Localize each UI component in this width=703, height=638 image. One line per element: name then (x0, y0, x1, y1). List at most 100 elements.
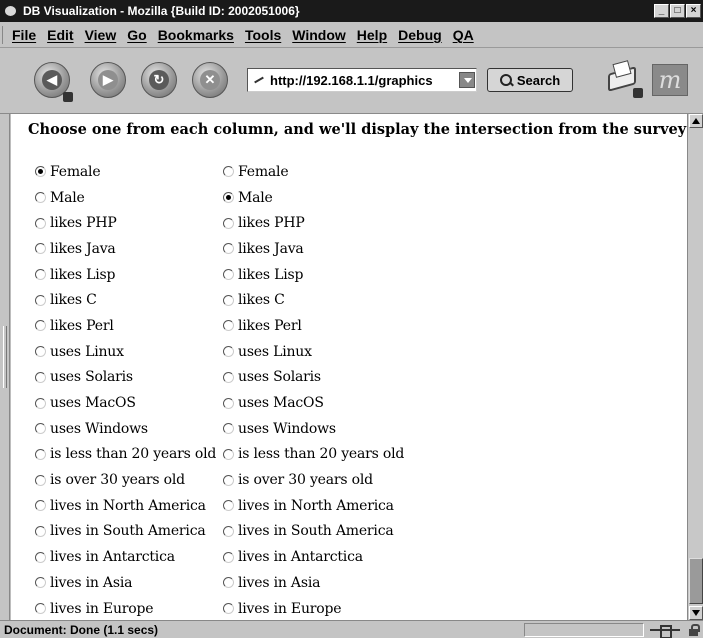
left-radio-button[interactable] (35, 423, 46, 435)
print-button[interactable] (606, 62, 636, 90)
left-option-row[interactable]: uses Linux (35, 339, 216, 365)
stop-button[interactable]: ✕ (192, 62, 228, 98)
left-option-row[interactable]: lives in North America (35, 493, 216, 519)
right-option-label[interactable]: lives in Europe (238, 601, 342, 617)
right-option-label[interactable]: uses Solaris (238, 369, 321, 385)
left-option-label[interactable]: lives in North America (50, 498, 206, 514)
left-radio-button[interactable] (35, 243, 46, 255)
left-radio-button[interactable] (35, 525, 46, 537)
right-option-row[interactable]: likes Lisp (223, 262, 404, 288)
right-option-label[interactable]: lives in Asia (238, 575, 320, 591)
left-option-row[interactable]: Female (35, 159, 216, 185)
print-dropdown[interactable] (633, 88, 643, 98)
right-radio-button[interactable] (223, 217, 234, 229)
left-option-row[interactable]: lives in Europe (35, 596, 216, 620)
right-radio-button[interactable] (223, 577, 234, 589)
right-radio-button[interactable] (223, 243, 234, 255)
right-option-label[interactable]: likes Lisp (238, 267, 303, 283)
url-history-dropdown[interactable] (459, 72, 475, 88)
right-radio-button[interactable] (223, 525, 234, 537)
right-option-row[interactable]: lives in Europe (223, 596, 404, 620)
menu-help[interactable]: Help (357, 27, 387, 43)
left-option-row[interactable]: lives in Asia (35, 570, 216, 596)
left-option-row[interactable]: likes PHP (35, 210, 216, 236)
right-radio-button[interactable] (223, 397, 234, 409)
right-option-label[interactable]: likes Java (238, 241, 304, 257)
url-bar[interactable]: http://192.168.1.1/graphics (247, 68, 477, 92)
left-option-label[interactable]: is less than 20 years old (50, 446, 216, 462)
right-option-row[interactable]: lives in Asia (223, 570, 404, 596)
security-lock-icon[interactable] (688, 623, 700, 636)
right-option-row[interactable]: lives in Antarctica (223, 544, 404, 570)
left-option-row[interactable]: uses MacOS (35, 390, 216, 416)
left-option-row[interactable]: lives in Antarctica (35, 544, 216, 570)
right-option-row[interactable]: likes PHP (223, 210, 404, 236)
right-radio-button[interactable] (223, 603, 234, 615)
left-option-label[interactable]: likes Java (50, 241, 116, 257)
left-radio-button[interactable] (35, 474, 46, 486)
right-radio-button[interactable] (223, 448, 234, 460)
left-option-label[interactable]: uses Windows (50, 421, 148, 437)
left-radio-button[interactable] (35, 448, 46, 460)
right-option-label[interactable]: uses Linux (238, 344, 312, 360)
left-option-row[interactable]: lives in South America (35, 519, 216, 545)
left-radio-button[interactable] (35, 192, 46, 204)
right-radio-button[interactable] (223, 294, 234, 306)
menu-view[interactable]: View (85, 27, 117, 43)
left-option-row[interactable]: is over 30 years old (35, 467, 216, 493)
scroll-thumb[interactable] (689, 558, 703, 604)
right-option-label[interactable]: is over 30 years old (238, 472, 373, 488)
left-option-label[interactable]: uses MacOS (50, 395, 136, 411)
left-option-row[interactable]: likes Java (35, 236, 216, 262)
right-radio-button[interactable] (223, 166, 234, 178)
right-option-label[interactable]: Male (238, 190, 273, 206)
menu-edit[interactable]: Edit (47, 27, 73, 43)
mozilla-app-icon[interactable] (4, 4, 18, 18)
left-option-label[interactable]: lives in South America (50, 523, 206, 539)
right-option-row[interactable]: uses Linux (223, 339, 404, 365)
left-radio-button[interactable] (35, 397, 46, 409)
right-option-label[interactable]: uses Windows (238, 421, 336, 437)
left-radio-button[interactable] (35, 166, 46, 178)
menu-bookmarks[interactable]: Bookmarks (158, 27, 234, 43)
right-radio-button[interactable] (223, 423, 234, 435)
left-radio-button[interactable] (35, 269, 46, 281)
menu-window[interactable]: Window (292, 27, 346, 43)
left-radio-button[interactable] (35, 320, 46, 332)
right-radio-button[interactable] (223, 269, 234, 281)
left-option-label[interactable]: lives in Europe (50, 601, 154, 617)
menu-go[interactable]: Go (127, 27, 146, 43)
right-option-row[interactable]: Male (223, 185, 404, 211)
right-radio-button[interactable] (223, 474, 234, 486)
right-option-label[interactable]: lives in South America (238, 523, 394, 539)
left-radio-button[interactable] (35, 500, 46, 512)
left-option-label[interactable]: lives in Asia (50, 575, 132, 591)
menu-qa[interactable]: QA (453, 27, 474, 43)
minimize-button[interactable]: _ (654, 4, 669, 18)
right-radio-button[interactable] (223, 500, 234, 512)
mozilla-logo-throbber[interactable]: m (652, 64, 688, 96)
vertical-scrollbar[interactable] (687, 114, 703, 620)
left-option-row[interactable]: likes C (35, 287, 216, 313)
left-radio-button[interactable] (35, 217, 46, 229)
left-option-label[interactable]: likes Perl (50, 318, 114, 334)
url-text[interactable]: http://192.168.1.1/graphics (270, 73, 433, 88)
right-radio-button[interactable] (223, 346, 234, 358)
left-option-row[interactable]: is less than 20 years old (35, 442, 216, 468)
left-radio-button[interactable] (35, 294, 46, 306)
right-option-label[interactable]: lives in Antarctica (238, 549, 363, 565)
left-option-row[interactable]: uses Solaris (35, 365, 216, 391)
left-option-row[interactable]: likes Perl (35, 313, 216, 339)
right-option-row[interactable]: uses Windows (223, 416, 404, 442)
right-option-row[interactable]: likes C (223, 287, 404, 313)
left-option-row[interactable]: Male (35, 185, 216, 211)
left-option-label[interactable]: Male (50, 190, 85, 206)
right-option-row[interactable]: uses MacOS (223, 390, 404, 416)
right-option-row[interactable]: lives in South America (223, 519, 404, 545)
right-radio-button[interactable] (223, 371, 234, 383)
left-option-label[interactable]: likes PHP (50, 215, 117, 231)
right-option-label[interactable]: likes C (238, 292, 285, 308)
close-button[interactable]: × (686, 4, 701, 18)
right-option-row[interactable]: likes Perl (223, 313, 404, 339)
menu-tools[interactable]: Tools (245, 27, 281, 43)
